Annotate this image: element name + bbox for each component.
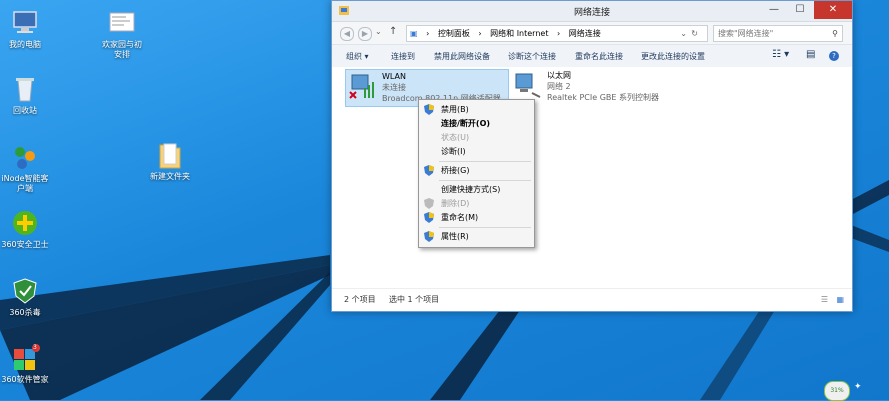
search-placeholder: 搜索"网络连接": [718, 29, 774, 38]
network-connections-window: 网络连接 — ☐ ✕ ◀ ▶ ⌄ ↑ ▣ › 控制面板 › 网络和 Intern…: [331, 0, 853, 312]
breadcrumb-item[interactable]: 控制面板: [438, 29, 470, 38]
menu-separator: [439, 161, 531, 162]
taskbar-tray: 31% ✦: [824, 380, 889, 401]
360-antivirus-icon: [10, 276, 40, 306]
desktop-icon-360-antivirus[interactable]: 360杀毒: [0, 276, 58, 318]
desktop-icon-label: 我的电脑: [9, 40, 41, 49]
context-menu: 禁用(B) 连接/断开(O) 状态(U) 诊断(I) 桥接(G) 创建快捷方式(…: [418, 99, 535, 248]
close-button[interactable]: ✕: [814, 1, 852, 19]
tray-overflow-icon[interactable]: ✦: [854, 382, 862, 392]
computer-icon: [10, 8, 40, 38]
desktop-icon-label: 回收站: [13, 106, 37, 115]
menu-item-delete: 删除(D): [419, 197, 534, 210]
recycle-bin-icon: [10, 74, 40, 104]
breadcrumb-item[interactable]: 网络和 Internet: [490, 29, 548, 38]
diagnose-button[interactable]: 诊断这个连接: [508, 51, 556, 62]
desktop-icon-360-software[interactable]: 3 360软件管家: [0, 343, 58, 385]
uac-shield-icon: [424, 212, 434, 223]
uac-shield-icon: [424, 104, 434, 115]
uac-shield-icon: [424, 198, 434, 209]
connection-name: WLAN: [382, 72, 407, 81]
menu-item-properties[interactable]: 属性(R): [419, 230, 534, 243]
breadcrumb-sep: ›: [478, 29, 482, 38]
document-icon: [107, 8, 137, 38]
menu-item-diagnose[interactable]: 诊断(I): [419, 145, 534, 158]
uac-shield-icon: [424, 165, 434, 176]
connection-adapter: Realtek PCIe GBE 系列控制器: [547, 93, 659, 102]
details-view-icon[interactable]: ☰: [821, 289, 828, 311]
search-icon: ⚲: [832, 29, 838, 38]
desktop-icon-new-folder[interactable]: 新建文件夹: [137, 140, 203, 182]
search-input[interactable]: 搜索"网络连接" ⚲: [713, 25, 843, 42]
notification-badge: 3: [33, 344, 37, 351]
menu-item-connect-disconnect[interactable]: 连接/断开(O): [419, 117, 534, 130]
connection-status: 未连接: [382, 83, 406, 92]
desktop-icon-label: 360杀毒: [9, 308, 41, 317]
desktop-icon-recycle-bin[interactable]: 回收站: [0, 74, 58, 116]
inode-icon: [10, 142, 40, 172]
menu-separator: [439, 180, 531, 181]
desktop-icon-360-safe[interactable]: 360安全卫士: [0, 208, 58, 250]
status-bar: 2 个项目 选中 1 个项目 ☰ ▦: [332, 288, 852, 311]
breadcrumb-sep: ›: [426, 29, 430, 38]
desktop-icon-label: 360软件管家: [1, 375, 49, 384]
desktop-icon-label: 360安全卫士: [1, 240, 49, 249]
help-icon[interactable]: ?: [829, 51, 839, 61]
back-button[interactable]: ◀: [340, 27, 354, 41]
organize-button[interactable]: 组织 ▾: [346, 51, 369, 62]
command-bar: 组织 ▾ 连接到 禁用此网络设备 诊断这个连接 重命名此连接 更改此连接的设置 …: [332, 44, 852, 68]
maximize-button[interactable]: ☐: [787, 1, 813, 19]
desktop-icon-computer[interactable]: 我的电脑: [0, 8, 58, 50]
menu-item-rename[interactable]: 重命名(M): [419, 211, 534, 224]
list-item-ethernet[interactable]: 以太网 网络 2 Realtek PCIe GBE 系列控制器: [512, 69, 682, 105]
selected-count: 选中 1 个项目: [389, 295, 440, 304]
chevron-down-icon[interactable]: ⌄: [680, 26, 687, 41]
menu-separator: [439, 227, 531, 228]
desktop-icon-label: 欢家园与初安排: [102, 40, 142, 59]
desktop-icon-inode[interactable]: iNode智能客户端: [0, 142, 58, 194]
file-list: WLAN 未连接 Broadcom 802.11n 网络适配器 以太网 网络 2…: [332, 67, 852, 287]
rename-button[interactable]: 重命名此连接: [575, 51, 623, 62]
connection-status: 网络 2: [547, 82, 571, 91]
breadcrumb-item[interactable]: 网络连接: [569, 29, 601, 38]
breadcrumb-sep: ›: [557, 29, 561, 38]
connection-name: 以太网: [547, 71, 571, 80]
recent-dropdown-icon[interactable]: ⌄: [375, 27, 382, 36]
preview-pane-icon[interactable]: ▤: [806, 49, 815, 60]
menu-item-bridge[interactable]: 桥接(G): [419, 164, 534, 177]
wifi-adapter-icon: [348, 72, 380, 107]
address-bar: ◀ ▶ ⌄ ↑ ▣ › 控制面板 › 网络和 Internet › 网络连接 ⌄…: [332, 22, 852, 44]
menu-item-create-shortcut[interactable]: 创建快捷方式(S): [419, 183, 534, 196]
desktop-icon-label: 新建文件夹: [150, 172, 190, 181]
battery-indicator[interactable]: 31%: [824, 381, 850, 401]
forward-button[interactable]: ▶: [358, 27, 372, 41]
control-panel-icon: ▣: [410, 29, 418, 38]
title-bar[interactable]: 网络连接 — ☐ ✕: [332, 1, 852, 22]
change-settings-button[interactable]: 更改此连接的设置: [641, 51, 705, 62]
disable-device-button[interactable]: 禁用此网络设备: [434, 51, 490, 62]
360-safe-icon: [10, 208, 40, 238]
360-software-icon: 3: [10, 343, 40, 373]
breadcrumb[interactable]: ▣ › 控制面板 › 网络和 Internet › 网络连接 ⌄ ↻: [406, 25, 708, 42]
desktop-icon-document[interactable]: 欢家园与初安排: [89, 8, 155, 60]
large-icons-view-icon[interactable]: ▦: [836, 289, 844, 311]
up-arrow-icon[interactable]: ↑: [389, 26, 397, 37]
menu-item-status: 状态(U): [441, 133, 470, 142]
uac-shield-icon: [424, 231, 434, 242]
refresh-icon[interactable]: ↻: [691, 26, 698, 41]
desktop-icon-label: iNode智能客户端: [1, 174, 49, 193]
folder-icon: [155, 140, 185, 170]
view-options-icon[interactable]: ☷ ▾: [772, 49, 789, 60]
minimize-button[interactable]: —: [761, 1, 787, 19]
connect-to-button[interactable]: 连接到: [391, 51, 415, 62]
item-count: 2 个项目: [344, 295, 376, 304]
menu-item-disable[interactable]: 禁用(B): [419, 103, 534, 116]
